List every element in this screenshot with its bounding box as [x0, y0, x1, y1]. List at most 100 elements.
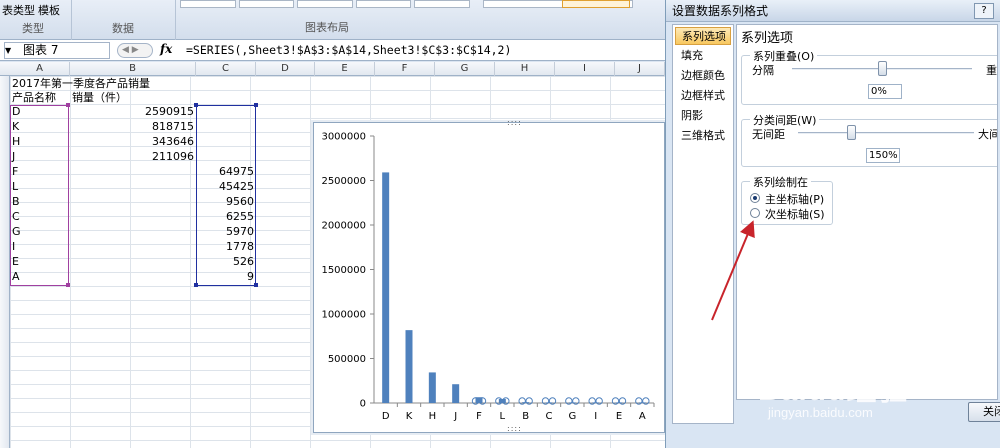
y-tick-label: 1500000 [321, 265, 366, 276]
column-header-b[interactable]: B [70, 62, 196, 76]
bar[interactable] [428, 372, 436, 403]
column-header-d[interactable]: D [256, 62, 315, 76]
x-tick-label: C [546, 411, 553, 422]
x-tick-label: G [568, 411, 576, 422]
baidu-watermark-url: jingyan.baidu.com [768, 405, 873, 420]
secondary-axis-label[interactable]: 次坐标轴(S) [765, 206, 825, 222]
dialog-nav: 系列选项 填充 边框颜色 边框样式 阴影 三维格式 [672, 24, 734, 424]
chart-style-gallery[interactable] [483, 0, 633, 8]
header-cell-sales[interactable]: 销量（件） [72, 91, 127, 105]
dialog-title-bar[interactable]: 设置数据系列格式 [666, 0, 1000, 22]
chart-layout-gallery[interactable] [180, 0, 470, 8]
x-tick-label: I [594, 411, 597, 422]
y-tick-label: 0 [360, 399, 366, 410]
range-handle[interactable] [66, 103, 70, 107]
change-chart-type-button[interactable]: 表类型 [2, 2, 35, 18]
header-cell-product[interactable]: 产品名称 [12, 91, 56, 105]
bar[interactable] [615, 402, 623, 403]
ribbon-group-label-type: 类型 [22, 22, 44, 35]
column-header-h[interactable]: H [495, 62, 555, 76]
column-header-g[interactable]: G [435, 62, 495, 76]
nav-3d-format[interactable]: 三维格式 [675, 127, 731, 145]
primary-axis-label[interactable]: 主坐标轴(P) [765, 191, 824, 207]
value-range-highlight [196, 105, 256, 286]
range-handle[interactable] [194, 283, 198, 287]
x-tick-label: A [639, 411, 646, 422]
bar[interactable] [638, 402, 646, 403]
column-header-f[interactable]: F [375, 62, 435, 76]
cell-sales-primary[interactable]: 211096 [70, 150, 194, 164]
gap-slider-thumb[interactable] [846, 125, 856, 140]
x-tick-label: K [406, 411, 413, 422]
primary-axis-radio[interactable] [750, 193, 760, 203]
bar[interactable] [452, 384, 460, 403]
bar[interactable] [522, 402, 530, 403]
ribbon-group-type: 表类型 模板 类型 [0, 0, 72, 40]
row-headers[interactable] [0, 76, 10, 448]
bar[interactable] [545, 402, 553, 403]
help-button[interactable]: ? [974, 3, 994, 19]
sheet-title-cell[interactable]: 2017年第一季度各产品销量 [12, 77, 150, 91]
bar[interactable] [382, 172, 390, 403]
layout-option[interactable] [297, 0, 353, 8]
close-button[interactable]: 关闭 [968, 402, 1000, 422]
selected-style[interactable] [562, 0, 630, 8]
formula-input[interactable]: =SERIES(,Sheet3!$A$3:$A$14,Sheet3!$C$3:$… [186, 43, 511, 57]
layout-option[interactable] [355, 0, 412, 8]
formula-bar: 图表 7 ▼ ◀ ▶ fx =SERIES(,Sheet3!$A$3:$A$14,… [0, 40, 665, 61]
bar[interactable] [592, 402, 600, 403]
panel-title: 系列选项 [741, 31, 794, 46]
cell-sales-primary[interactable]: 343646 [70, 135, 194, 149]
overlap-slider-thumb[interactable] [878, 61, 887, 76]
insert-function-icon[interactable]: fx [160, 42, 172, 56]
gap-value-input[interactable]: 150% [866, 148, 900, 163]
gap-right-label: 大间距 [978, 128, 997, 141]
overlap-right-label: 重叠 [986, 64, 997, 77]
name-box[interactable]: 图表 7 ▼ [4, 42, 110, 59]
cell-sales-primary[interactable]: 2590915 [70, 105, 194, 119]
column-header-c[interactable]: C [196, 62, 256, 76]
cell-sales-primary[interactable]: 818715 [70, 120, 194, 134]
x-tick-label: D [382, 411, 390, 422]
x-tick-label: L [500, 411, 506, 422]
x-tick-label: J [453, 411, 457, 422]
nav-border-color[interactable]: 边框颜色 [675, 67, 731, 85]
secondary-axis-radio[interactable] [750, 208, 760, 218]
plot-on-legend: 系列绘制在 [750, 174, 811, 190]
range-handle[interactable] [194, 103, 198, 107]
gap-left-label: 无间距 [752, 128, 785, 141]
layout-option[interactable] [414, 0, 470, 8]
nav-shadow[interactable]: 阴影 [675, 107, 731, 125]
overlap-group: 系列重叠(O) 分隔 重叠 0% [741, 48, 997, 105]
bar-chart[interactable]: 3000000 2500000 2000000 1500000 1000000 50000… [314, 123, 666, 434]
y-tick-label: 3000000 [321, 132, 366, 143]
nav-fill[interactable]: 填充 [675, 47, 731, 65]
x-tick-label: E [616, 411, 622, 422]
range-handle[interactable] [254, 283, 258, 287]
column-header-j[interactable]: J [615, 62, 665, 76]
column-header-a[interactable]: A [10, 62, 70, 76]
column-header-e[interactable]: E [315, 62, 375, 76]
range-handle[interactable] [254, 103, 258, 107]
bar[interactable] [568, 402, 576, 403]
nav-border-style[interactable]: 边框样式 [675, 87, 731, 105]
bar[interactable] [405, 330, 413, 403]
save-template-button[interactable]: 模板 [38, 2, 60, 18]
plot-series-on-group: 系列绘制在 主坐标轴(P) 次坐标轴(S) [741, 174, 833, 225]
overlap-value-input[interactable]: 0% [868, 84, 902, 99]
ribbon-group-label-data: 数据 [112, 22, 134, 35]
ribbon: 表类型 模板 类型 数据 图表布局 [0, 0, 665, 40]
ribbon-group-label-layout: 图表布局 [305, 21, 349, 34]
gap-slider-track[interactable] [798, 132, 974, 134]
x-tick-label: F [476, 411, 482, 422]
x-tick-label: B [522, 411, 529, 422]
name-box-value: 图表 7 [23, 43, 59, 57]
range-handle[interactable] [66, 283, 70, 287]
column-header-i[interactable]: I [555, 62, 615, 76]
layout-option[interactable] [238, 0, 295, 8]
series-options-panel: 系列选项 系列重叠(O) 分隔 重叠 0% 分类间距(W) 无间距 大间距 15… [736, 24, 998, 400]
chart-object[interactable]: :::: :::: 3000000 2500000 2000000 1500000 10… [313, 118, 666, 434]
formula-expand-control[interactable]: ◀ ▶ [117, 43, 153, 58]
layout-option[interactable] [180, 0, 236, 8]
nav-series-options[interactable]: 系列选项 [675, 27, 731, 45]
